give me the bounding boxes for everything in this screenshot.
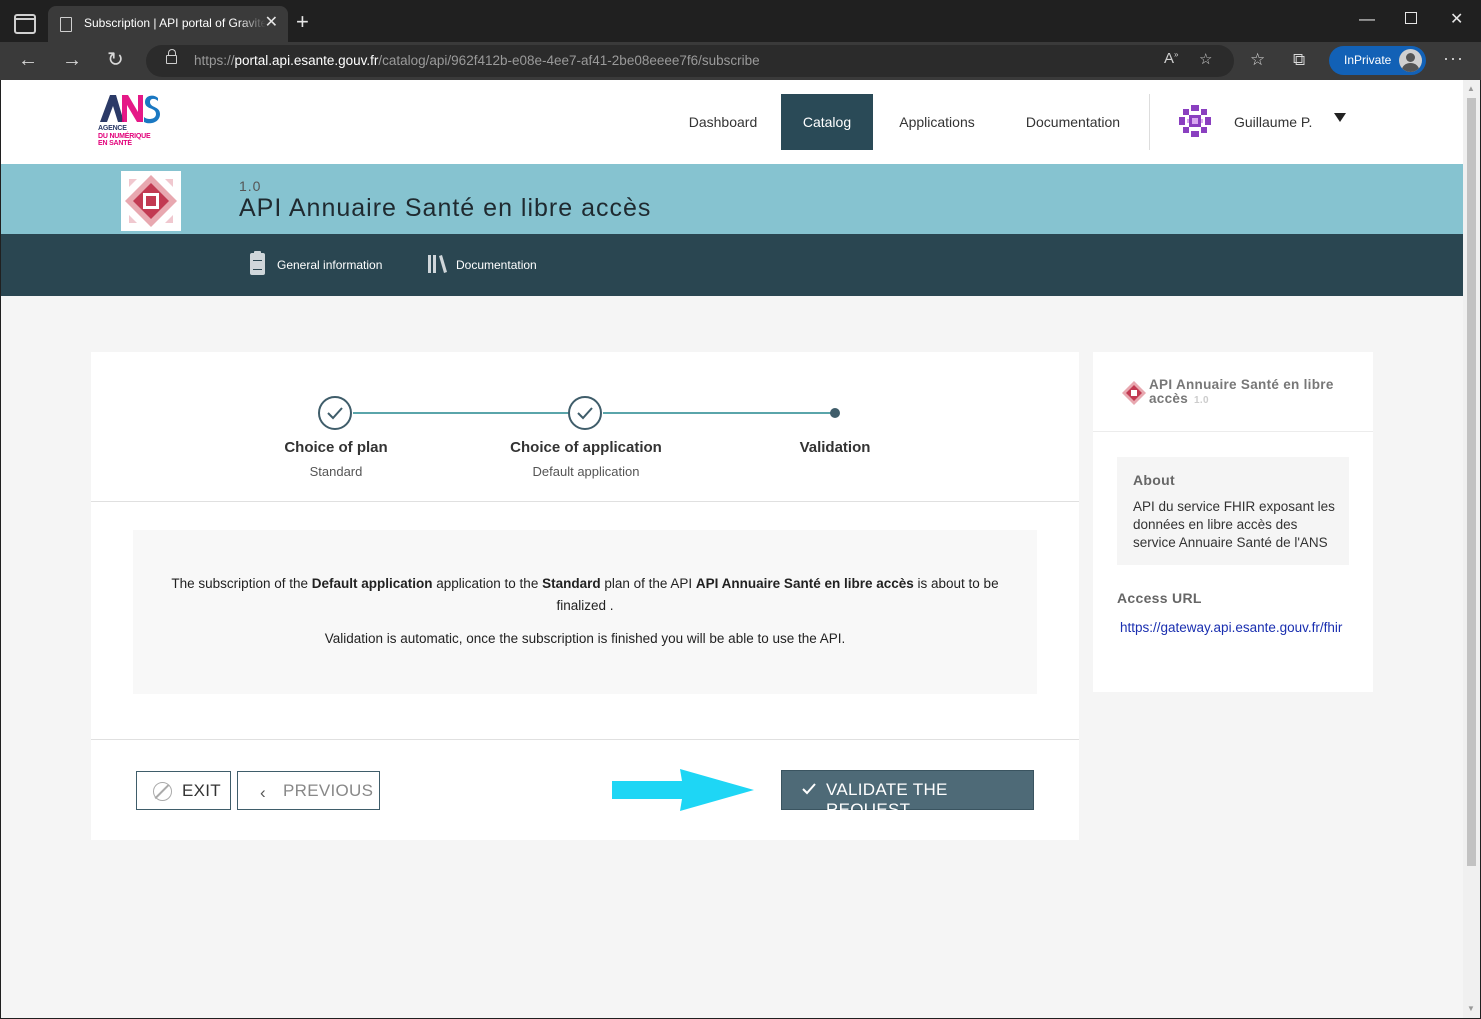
user-menu-caret-icon[interactable] <box>1334 113 1346 122</box>
step-validation-title: Validation <box>799 439 871 456</box>
api-info-card: API Annuaire Santé en libre accès 1.0 Abo… <box>1093 352 1373 692</box>
validation-note: Validation is automatic, once the subscr… <box>324 631 846 646</box>
subnav-documentation[interactable]: Documentation <box>428 253 548 277</box>
step-application-subtitle: Default application <box>532 464 640 479</box>
chevron-left-icon: ‹ <box>260 783 266 802</box>
inprivate-label: InPrivate <box>1344 53 1392 67</box>
about-label: About <box>1133 472 1175 488</box>
api-banner: 1.0 API Annuaire Santé en libre accès <box>1 164 1463 234</box>
exit-label: EXIT <box>182 781 221 800</box>
step-connector <box>353 412 569 414</box>
collections-icon[interactable]: ⧉ <box>1293 50 1305 70</box>
lock-icon[interactable] <box>166 49 177 64</box>
api-version: 1.0 <box>239 178 262 194</box>
step-plan-title: Choice of plan <box>284 439 388 456</box>
api-small-logo-icon <box>1122 381 1146 405</box>
step-validation-dot <box>830 408 840 418</box>
scroll-down-icon[interactable]: ▼ <box>1467 1004 1475 1013</box>
subnav-general-label: General information <box>277 258 383 272</box>
stepper: Choice of plan Standard Choice of applic… <box>91 352 1079 502</box>
logo-text: AGENCE DU NUMÉRIQUE EN SANTÉ <box>98 125 151 147</box>
user-avatar-icon[interactable] <box>1178 104 1212 138</box>
user-name[interactable]: Guillaume P. <box>1234 114 1312 130</box>
access-url-link[interactable]: https://gateway.api.esante.gouv.fr/fhir <box>1120 619 1346 637</box>
refresh-icon[interactable]: ↻ <box>107 49 124 71</box>
api-logo <box>121 171 181 231</box>
tab-title: Subscription | API portal of Gravitee <box>84 16 266 30</box>
step-application-check-icon <box>568 396 602 430</box>
cancel-icon <box>153 782 172 801</box>
side-card-header: API Annuaire Santé en libre accès 1.0 <box>1093 352 1373 432</box>
subscription-card: Choice of plan Standard Choice of applic… <box>91 352 1079 840</box>
check-icon <box>802 783 816 795</box>
clipboard-icon <box>250 251 265 275</box>
ans-logo[interactable]: AGENCE DU NUMÉRIQUE EN SANTÉ <box>98 92 162 150</box>
previous-label: PREVIOUS <box>283 781 374 800</box>
browser-tab[interactable]: Subscription | API portal of Gravitee ✕ <box>48 6 288 42</box>
page-scrollbar[interactable]: ▲ ▼ <box>1463 80 1480 1018</box>
browser-toolbar: ← → ↻ https://portal.api.esante.gouv.fr/… <box>0 42 1481 80</box>
exit-button[interactable]: EXIT <box>136 771 231 810</box>
page-viewport: AGENCE DU NUMÉRIQUE EN SANTÉ Dashboard C… <box>1 80 1463 1018</box>
url-text[interactable]: https://portal.api.esante.gouv.fr/catalo… <box>194 53 760 68</box>
api-subnav: General information Documentation <box>1 234 1463 296</box>
tab-close-icon[interactable]: ✕ <box>265 14 278 32</box>
subnav-documentation-label: Documentation <box>456 258 537 272</box>
browser-titlebar: Subscription | API portal of Gravitee ✕ … <box>0 0 1481 42</box>
tab-actions-icon[interactable] <box>14 14 36 34</box>
subnav-general-information[interactable]: General information <box>250 251 395 277</box>
confirmation-text: The subscription of the Default applicat… <box>171 576 999 613</box>
inprivate-button[interactable]: InPrivate <box>1329 46 1426 75</box>
scroll-thumb[interactable] <box>1467 98 1476 866</box>
validate-request-button[interactable]: VALIDATE THE REQUEST <box>781 770 1034 819</box>
add-favorite-icon[interactable]: ☆ <box>1199 50 1212 68</box>
api-title: API Annuaire Santé en libre accès <box>239 194 652 222</box>
annotation-arrow-icon <box>612 769 754 811</box>
nav-documentation[interactable]: Documentation <box>1005 94 1141 150</box>
nav-dashboard[interactable]: Dashboard <box>667 94 779 150</box>
step-plan-subtitle: Standard <box>309 464 363 479</box>
back-icon[interactable]: ← <box>18 49 38 71</box>
page-icon <box>60 17 72 32</box>
address-bar[interactable]: https://portal.api.esante.gouv.fr/catalo… <box>146 45 1234 77</box>
step-application-title: Choice of application <box>510 439 662 456</box>
read-aloud-icon[interactable]: A» <box>1164 50 1178 67</box>
previous-button[interactable]: ‹ PREVIOUS <box>237 771 380 810</box>
new-tab-icon[interactable]: + <box>296 11 309 33</box>
about-box: About API du service FHIR exposant les d… <box>1117 457 1349 565</box>
scroll-up-icon[interactable]: ▲ <box>1467 84 1475 93</box>
api-logo-icon <box>125 175 177 227</box>
step-plan-check-icon <box>318 396 352 430</box>
minimize-icon[interactable]: — <box>1359 10 1375 30</box>
books-icon <box>428 255 447 273</box>
window-close-icon[interactable]: ✕ <box>1450 10 1463 30</box>
nav-catalog[interactable]: Catalog <box>781 94 873 150</box>
nav-applications[interactable]: Applications <box>877 94 997 150</box>
about-text: API du service FHIR exposant les données… <box>1133 499 1335 550</box>
validate-label: VALIDATE THE REQUEST <box>826 780 948 819</box>
divider <box>91 739 1079 740</box>
site-header: AGENCE DU NUMÉRIQUE EN SANTÉ Dashboard C… <box>1 80 1463 164</box>
favorites-icon[interactable]: ☆ <box>1250 50 1265 70</box>
ans-logo-mark-icon <box>100 95 160 124</box>
confirmation-message: The subscription of the Default applicat… <box>133 530 1037 694</box>
forward-icon[interactable]: → <box>62 49 82 71</box>
access-url-label: Access URL <box>1117 590 1202 606</box>
step-connector <box>603 412 831 414</box>
maximize-icon[interactable] <box>1405 12 1417 24</box>
side-api-title: API Annuaire Santé en libre accès 1.0 <box>1149 377 1334 407</box>
more-menu-icon[interactable]: ··· <box>1443 48 1464 69</box>
nav-divider <box>1149 94 1150 150</box>
profile-avatar-icon <box>1399 49 1422 72</box>
